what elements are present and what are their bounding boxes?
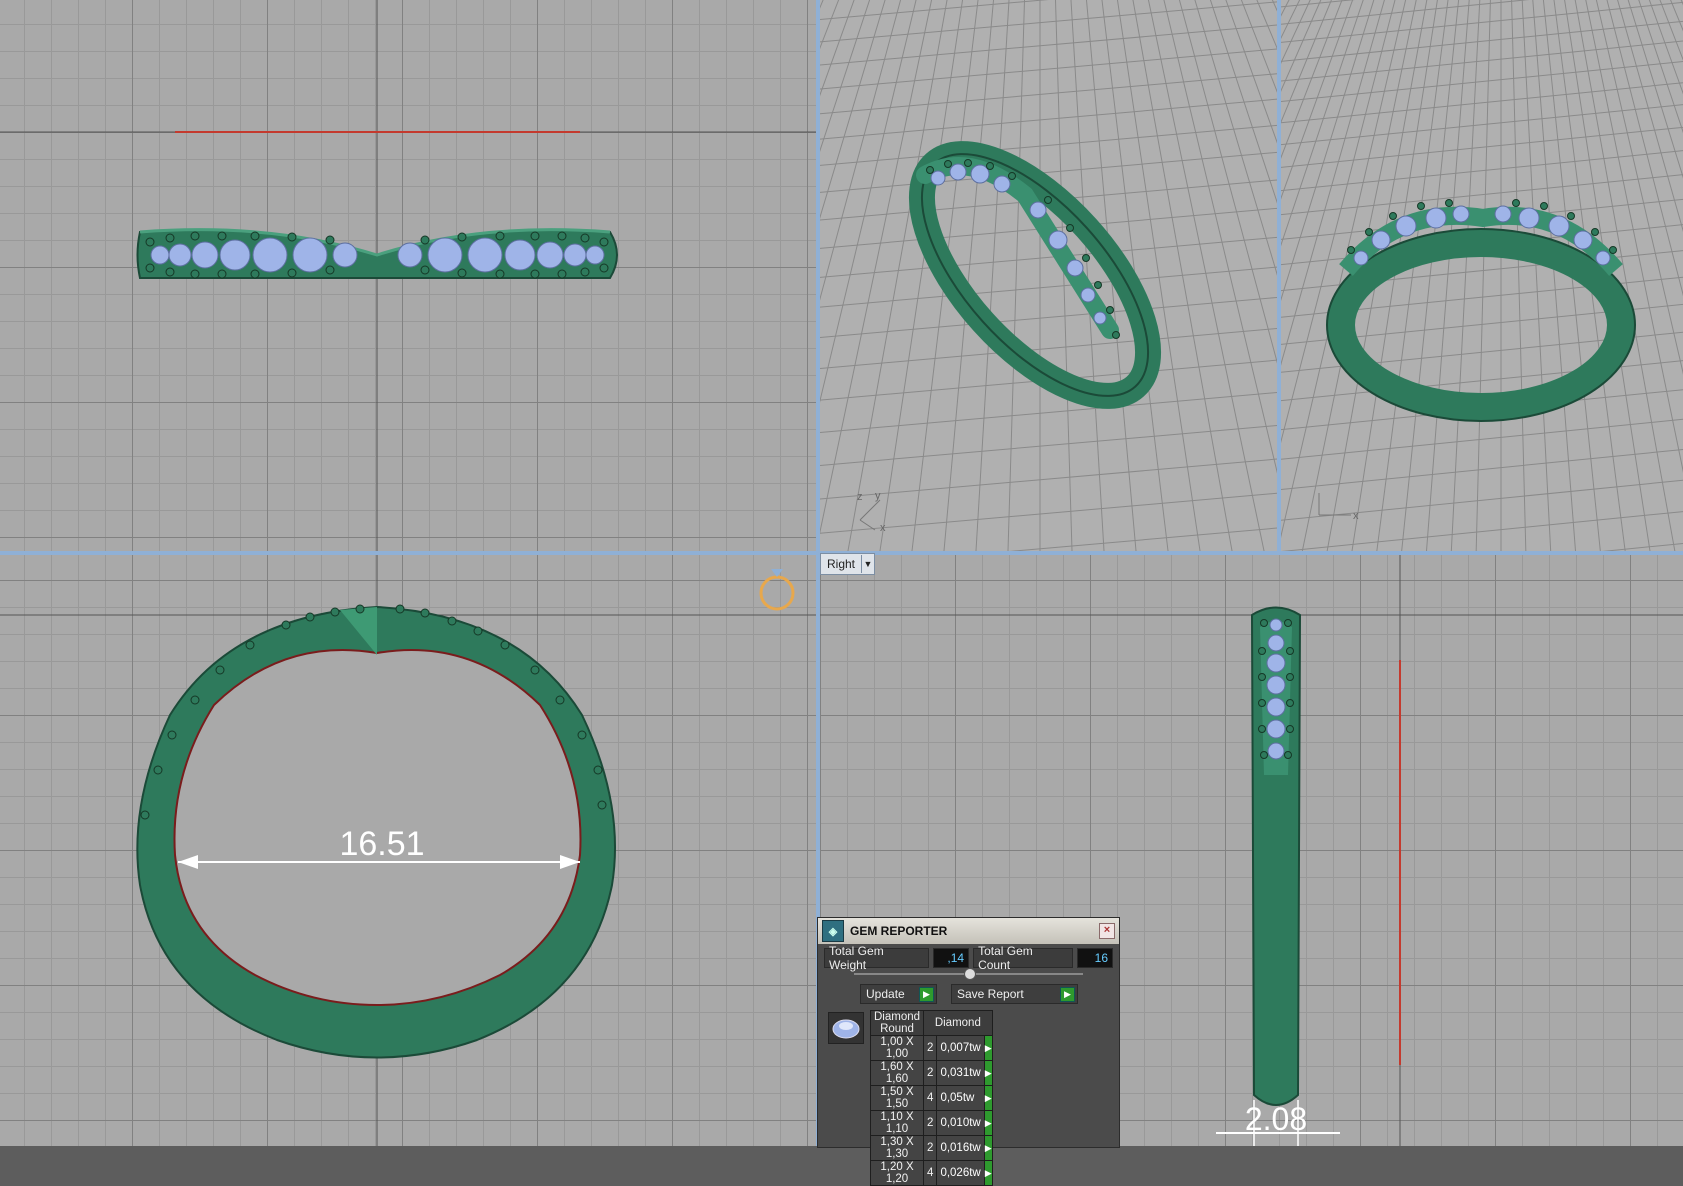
close-icon[interactable]: ×: [1099, 923, 1115, 939]
gem-reporter-icon: ◈: [822, 920, 844, 942]
ring-top-view: [0, 0, 816, 551]
play-icon[interactable]: ▶: [984, 1136, 992, 1161]
dimension-width: 2.08: [1245, 1101, 1307, 1137]
gem-weight: 0,007tw: [937, 1036, 984, 1061]
view-selector-label: Right: [821, 557, 861, 571]
play-icon[interactable]: ▶: [984, 1036, 992, 1061]
gem-size: 1,50 X 1,50: [871, 1086, 924, 1111]
table-row[interactable]: 1,20 X 1,2040,026tw▶: [871, 1161, 993, 1186]
gem-weight: 0,05tw: [937, 1086, 984, 1111]
play-icon[interactable]: ▶: [984, 1111, 992, 1136]
gem-count: 2: [924, 1111, 937, 1136]
total-count-value[interactable]: 16: [1077, 948, 1113, 968]
viewport-divider-vertical-2[interactable]: [1277, 0, 1281, 551]
gem-weight: 0,026tw: [937, 1161, 984, 1186]
gem-size: 1,10 X 1,10: [871, 1111, 924, 1136]
dimension-diameter: 16.51: [339, 825, 424, 863]
table-row[interactable]: 1,50 X 1,5040,05tw▶: [871, 1086, 993, 1111]
panel-slider[interactable]: [854, 973, 1083, 975]
gem-weight: 0,010tw: [937, 1111, 984, 1136]
gem-size: 1,60 X 1,60: [871, 1061, 924, 1086]
view-selector[interactable]: Right ▼: [820, 553, 875, 575]
update-button[interactable]: Update ▶: [860, 984, 937, 1004]
slider-knob[interactable]: [964, 968, 976, 980]
viewport-perspective-2[interactable]: x: [1281, 0, 1683, 551]
axis-x-label-2: x: [1353, 510, 1359, 522]
diamond-icon[interactable]: [828, 1012, 864, 1044]
ring-front-view: 16.51: [0, 555, 816, 1146]
table-row[interactable]: 1,10 X 1,1020,010tw▶: [871, 1111, 993, 1136]
save-report-button[interactable]: Save Report ▶: [951, 984, 1078, 1004]
viewport-front[interactable]: 16.51: [0, 555, 816, 1146]
play-icon[interactable]: ▶: [984, 1161, 992, 1186]
totals-row: Total Gem Weight ,14 Total Gem Count 16: [824, 948, 1113, 968]
gem-weight: 0,031tw: [937, 1061, 984, 1086]
gem-reporter-panel: ◈ GEM REPORTER × Total Gem Weight ,14 To…: [817, 917, 1120, 1148]
gem-rows-table: Diamond Round Diamond 1,00 X 1,0020,007t…: [870, 1010, 993, 1186]
axis-x-label: x: [880, 522, 886, 534]
total-weight-value[interactable]: ,14: [933, 948, 969, 968]
play-icon[interactable]: ▶: [1060, 987, 1075, 1002]
viewport-perspective[interactable]: z y x: [820, 0, 1277, 551]
play-icon[interactable]: ▶: [984, 1061, 992, 1086]
gem-reporter-title: GEM REPORTER: [850, 924, 947, 938]
total-weight-label: Total Gem Weight: [824, 948, 929, 968]
table-row[interactable]: 1,30 X 1,3020,016tw▶: [871, 1136, 993, 1161]
perspective-grid: z y x: [820, 0, 1277, 551]
gem-count: 2: [924, 1036, 937, 1061]
table-row[interactable]: 1,60 X 1,6020,031tw▶: [871, 1061, 993, 1086]
gem-weight: 0,016tw: [937, 1136, 984, 1161]
update-label: Update: [866, 987, 905, 1001]
axis-z-label: z: [857, 491, 863, 503]
play-icon[interactable]: ▶: [919, 987, 934, 1002]
total-count-label: Total Gem Count: [973, 948, 1073, 968]
gem-size: 1,20 X 1,20: [871, 1161, 924, 1186]
viewport-top[interactable]: [0, 0, 816, 551]
table-row[interactable]: 1,00 X 1,0020,007tw▶: [871, 1036, 993, 1061]
save-report-label: Save Report: [957, 987, 1024, 1001]
gem-count: 2: [924, 1136, 937, 1161]
column-header-type: Diamond: [924, 1011, 993, 1036]
play-icon[interactable]: ▶: [984, 1086, 992, 1111]
gem-count: 4: [924, 1086, 937, 1111]
gem-size: 1,30 X 1,30: [871, 1136, 924, 1161]
chevron-down-icon[interactable]: ▼: [861, 555, 874, 573]
perspective2-grid: x: [1281, 0, 1683, 551]
gem-count: 2: [924, 1061, 937, 1086]
axis-y-label: y: [875, 490, 881, 502]
gem-reporter-titlebar[interactable]: ◈ GEM REPORTER ×: [818, 918, 1119, 944]
gem-count: 4: [924, 1161, 937, 1186]
view-gizmo-icon[interactable]: [761, 569, 793, 609]
column-header-shape: Diamond Round: [871, 1011, 924, 1036]
gem-size: 1,00 X 1,00: [871, 1036, 924, 1061]
